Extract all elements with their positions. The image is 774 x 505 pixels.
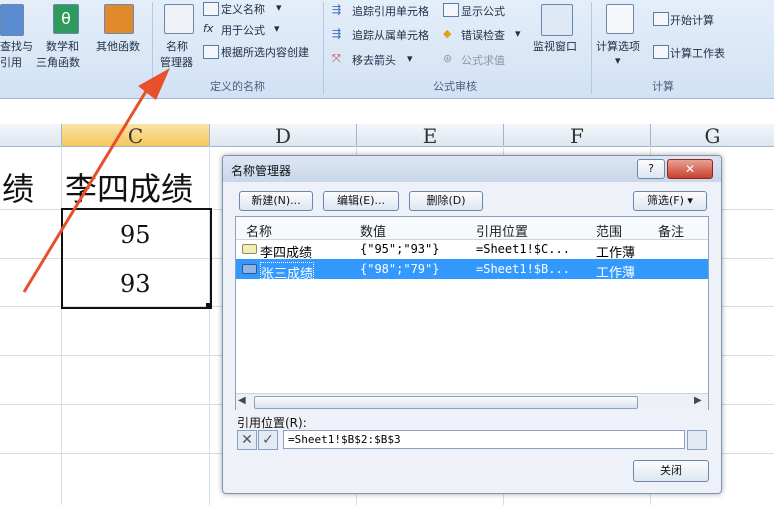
annotation-arrow-line	[22, 87, 150, 293]
annotation-arrow	[22, 68, 170, 293]
